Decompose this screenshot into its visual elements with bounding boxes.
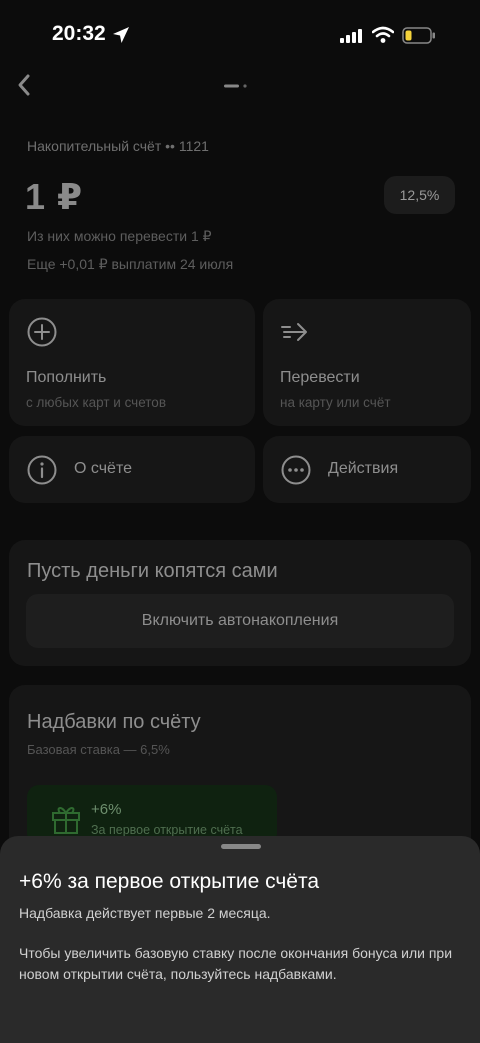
transfer-label: Перевести <box>280 369 360 386</box>
more-dots-icon <box>281 455 311 485</box>
bonuses-title: Надбавки по счёту <box>27 711 201 733</box>
plus-circle-icon <box>27 317 57 347</box>
topup-card[interactable]: Пополнить с любых карт и счетов <box>9 299 255 426</box>
interest-text: Еще +0,01 ₽ выплатим 24 июля <box>27 256 234 272</box>
actions-label: Действия <box>328 460 399 477</box>
sheet-title: +6% за первое открытие счёта <box>19 870 320 893</box>
transfer-card[interactable]: Перевести на карту или счёт <box>263 299 471 426</box>
sheet-grabber[interactable] <box>221 844 261 849</box>
signal-icon <box>340 29 362 43</box>
topup-sub: с любых карт и счетов <box>26 395 166 410</box>
balance-amount: 1 ₽ <box>25 176 84 217</box>
rate-badge[interactable]: 12,5% <box>384 176 455 214</box>
sheet-text-duration: Надбавка действует первые 2 месяца. <box>19 905 271 921</box>
topup-label: Пополнить <box>26 369 107 386</box>
account-title: Накопительный счёт •• 1121 <box>27 138 209 154</box>
arrow-right-icon <box>281 323 307 341</box>
autosave-card: Пусть деньги копятся сами Включить автон… <box>9 540 471 666</box>
about-label: О счёте <box>74 460 132 477</box>
sheet-text-hint: Чтобы увеличить базовую ставку после око… <box>19 945 453 982</box>
bonus-sub: За первое открытие счёта <box>91 823 243 837</box>
status-time: 20:32 <box>52 22 106 45</box>
location-arrow-icon <box>113 27 129 43</box>
status-bar: 20:32 <box>0 0 480 70</box>
available-text: Из них можно перевести 1 ₽ <box>27 228 212 244</box>
back-button[interactable] <box>10 70 38 100</box>
about-account-card[interactable]: О счёте <box>9 436 255 503</box>
page-indicator <box>224 84 247 88</box>
gift-icon <box>52 807 80 834</box>
transfer-sub: на карту или счёт <box>280 395 391 410</box>
bonus-value: +6% <box>91 801 122 818</box>
bottom-sheet: +6% за первое открытие счёта Надбавка де… <box>0 836 480 1043</box>
battery-icon <box>402 27 435 44</box>
info-icon <box>27 455 57 485</box>
actions-card[interactable]: Действия <box>263 436 471 503</box>
chevron-left-icon <box>18 74 30 96</box>
base-rate-text: Базовая ставка — 6,5% <box>27 742 170 757</box>
autosave-title: Пусть деньги копятся сами <box>27 560 278 582</box>
enable-autosave-button[interactable]: Включить автонакопления <box>26 594 454 648</box>
wifi-icon <box>372 26 394 43</box>
